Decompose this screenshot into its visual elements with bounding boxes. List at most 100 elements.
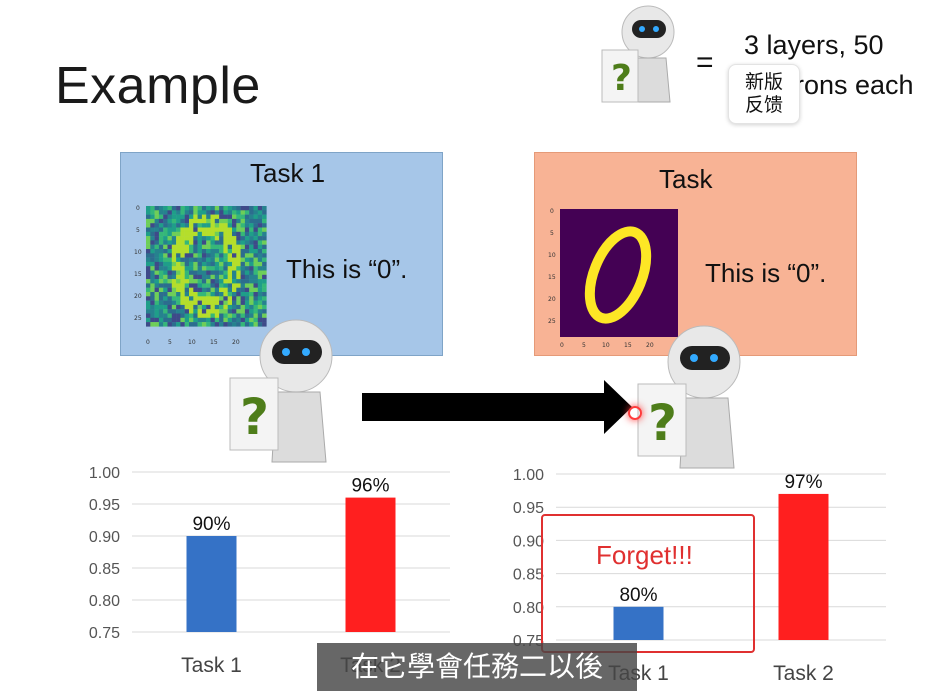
- pixel: [262, 249, 267, 254]
- pixel: [232, 253, 237, 258]
- pixel: [163, 227, 168, 232]
- pixel: [150, 218, 155, 224]
- pixel: [223, 240, 228, 245]
- pixel: [201, 227, 207, 232]
- pixel: [201, 309, 207, 314]
- pixel: [206, 279, 211, 284]
- pixel: [210, 283, 215, 288]
- pixel: [227, 283, 233, 288]
- pixel: [257, 270, 263, 275]
- pixel: [257, 287, 263, 293]
- pixel: [219, 317, 224, 323]
- pixel: [154, 240, 160, 245]
- pixel: [197, 240, 203, 245]
- pixel: [249, 274, 254, 280]
- pixel: [249, 240, 254, 245]
- pixel: [201, 296, 207, 301]
- pixel: [189, 266, 194, 271]
- pixel: [146, 236, 151, 241]
- pixel: [180, 249, 185, 254]
- pixel: [197, 236, 203, 241]
- pixel: [154, 227, 160, 232]
- pixel: [236, 223, 241, 228]
- pixel: [150, 296, 155, 301]
- pixel: [150, 274, 155, 280]
- pixel: [197, 296, 203, 301]
- pixel: [150, 240, 155, 245]
- pixel: [201, 231, 207, 237]
- pixel: [171, 227, 177, 232]
- pixel: [158, 240, 164, 245]
- pixel: [236, 300, 241, 306]
- pixel: [176, 257, 181, 263]
- pixel: [158, 309, 164, 314]
- pixel: [180, 261, 185, 267]
- pixel: [201, 300, 207, 306]
- pixel: [163, 266, 168, 271]
- pixel: [184, 227, 190, 232]
- new-version-feedback-button[interactable]: 新版 反馈: [728, 64, 800, 124]
- pixel: [146, 322, 151, 327]
- pixel: [180, 292, 185, 297]
- pixel: [219, 266, 224, 271]
- pixel: [154, 257, 160, 263]
- pixel: [184, 261, 190, 267]
- pixel: [154, 218, 160, 224]
- pixel: [184, 218, 190, 224]
- pixel: [214, 287, 220, 293]
- pixel: [214, 304, 220, 310]
- pixel: [193, 304, 198, 310]
- pixel: [171, 279, 177, 284]
- task1-title: Task 1: [250, 158, 326, 188]
- pixel: [206, 257, 211, 263]
- pixel: [176, 206, 181, 211]
- pixel: [163, 261, 168, 267]
- pixel: [189, 317, 194, 323]
- pixel: [154, 296, 160, 301]
- pixel: [210, 266, 215, 271]
- pixel: [232, 292, 237, 297]
- pixel: [240, 244, 246, 250]
- pixel: [167, 257, 172, 263]
- pixel: [244, 257, 250, 263]
- pixel: [244, 231, 250, 237]
- pixel: [146, 261, 151, 267]
- pixel: [167, 214, 172, 220]
- pixel: [206, 317, 211, 323]
- pixel: [180, 279, 185, 284]
- pixel: [219, 257, 224, 263]
- pixel: [176, 292, 181, 297]
- y-tick-label: 0.85: [513, 567, 544, 584]
- pixel: [171, 266, 177, 271]
- pixel: [146, 270, 151, 275]
- pixel: [176, 309, 181, 314]
- pixel: [262, 210, 267, 215]
- pixel: [219, 322, 224, 327]
- pixel: [240, 253, 246, 258]
- pixel: [167, 210, 172, 215]
- pixel: [214, 244, 220, 250]
- pixel: [163, 240, 168, 245]
- pixel: [201, 218, 207, 224]
- pixel: [249, 261, 254, 267]
- pixel: [253, 244, 258, 250]
- pixel: [171, 287, 177, 293]
- pixel: [176, 240, 181, 245]
- pixel: [189, 270, 194, 275]
- pixel: [163, 210, 168, 215]
- pixel: [146, 253, 151, 258]
- pixel: [223, 236, 228, 241]
- pixel: [197, 218, 203, 224]
- pixel: [150, 300, 155, 306]
- pixel: [193, 270, 198, 275]
- pixel: [206, 240, 211, 245]
- pixel: [223, 270, 228, 275]
- pixel: [180, 244, 185, 250]
- pixel: [184, 292, 190, 297]
- pixel: [232, 214, 237, 220]
- pixel: [262, 236, 267, 241]
- pixel: [219, 249, 224, 254]
- svg-text:15: 15: [624, 342, 632, 349]
- pixel: [240, 270, 246, 275]
- pixel: [167, 313, 172, 318]
